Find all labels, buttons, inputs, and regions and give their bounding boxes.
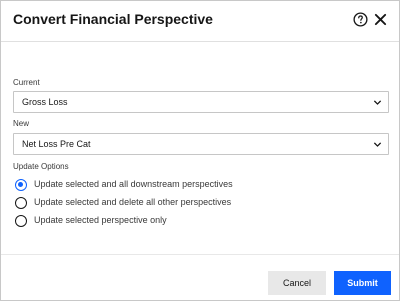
current-label: Current [13, 78, 40, 87]
radio-option-label: Update selected perspective only [34, 215, 167, 225]
close-icon[interactable] [374, 13, 387, 26]
update-options-label: Update Options [13, 162, 69, 171]
cancel-button[interactable]: Cancel [268, 271, 326, 295]
new-select[interactable]: Net Loss Pre Cat [13, 133, 389, 155]
new-select-value: Net Loss Pre Cat [22, 139, 91, 149]
new-label: New [13, 119, 30, 128]
chevron-down-icon [373, 100, 382, 105]
radio-option-label: Update selected and delete all other per… [34, 197, 232, 207]
radio-button[interactable] [15, 215, 27, 227]
radio-button[interactable] [15, 179, 27, 191]
radio-option-label: Update selected and all downstream persp… [34, 179, 233, 189]
footer-divider [1, 254, 399, 255]
radio-option-downstream[interactable]: Update selected and all downstream persp… [15, 179, 315, 193]
radio-option-delete-others[interactable]: Update selected and delete all other per… [15, 197, 315, 211]
dialog-title: Convert Financial Perspective [13, 11, 213, 27]
radio-button[interactable] [15, 197, 27, 209]
submit-button[interactable]: Submit [334, 271, 391, 295]
help-icon[interactable] [353, 12, 368, 27]
convert-perspective-dialog: Convert Financial Perspective Current Gr… [0, 0, 400, 301]
current-select[interactable]: Gross Loss [13, 91, 389, 113]
radio-option-selected-only[interactable]: Update selected perspective only [15, 215, 315, 229]
dialog-header: Convert Financial Perspective [1, 1, 399, 41]
chevron-down-icon [373, 142, 382, 147]
current-select-value: Gross Loss [22, 97, 68, 107]
header-divider [1, 41, 399, 42]
